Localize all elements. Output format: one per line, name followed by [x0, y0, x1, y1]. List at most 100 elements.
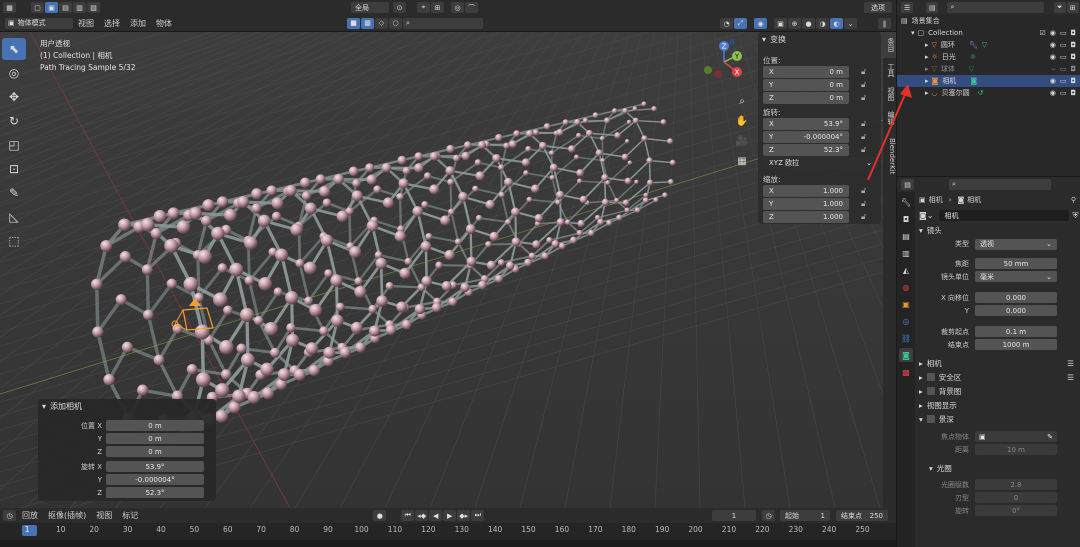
- background-images-checkbox[interactable]: [926, 387, 935, 395]
- shading-options-icon[interactable]: ⌄: [844, 18, 857, 29]
- object-type-visibility-icon[interactable]: ■: [347, 17, 360, 29]
- lens-section-header[interactable]: ▾ 镜头: [915, 223, 1080, 237]
- select-box-mode-icon[interactable]: ▩: [361, 17, 374, 29]
- start-frame-field[interactable]: 起始 1: [780, 510, 830, 521]
- select-extend-icon[interactable]: ▤: [59, 2, 72, 13]
- options-dropdown[interactable]: 选项: [864, 2, 892, 13]
- focal-length-field[interactable]: 50 mm: [975, 258, 1057, 269]
- snap-icon[interactable]: ⌖: [417, 2, 430, 13]
- clip-end-field[interactable]: 1000 m: [975, 339, 1057, 350]
- view-layer-tab-icon[interactable]: ▥: [899, 246, 913, 260]
- menu-keying[interactable]: 抠像(插帧): [43, 510, 91, 521]
- location-x-field[interactable]: X0 m: [763, 66, 849, 78]
- eye-icon[interactable]: ◉: [1050, 53, 1056, 61]
- lens-unit-dropdown[interactable]: 毫米 ⌄: [975, 271, 1057, 282]
- timeline-scrollbar[interactable]: [0, 540, 896, 547]
- location-z-field[interactable]: Z0 m: [763, 92, 849, 104]
- world-tab-icon[interactable]: ◍: [899, 280, 913, 294]
- fake-user-shield-icon[interactable]: ⛨: [1072, 211, 1078, 221]
- eye-closed-icon[interactable]: ⌣: [1051, 65, 1056, 74]
- shading-rendered-icon[interactable]: ◐: [830, 18, 843, 29]
- eyedropper-icon[interactable]: ✎: [1047, 433, 1053, 441]
- monitor-icon[interactable]: ▭: [1060, 77, 1067, 85]
- eye-icon[interactable]: ◉: [1050, 89, 1056, 97]
- object-tab-icon[interactable]: ▣: [899, 297, 913, 311]
- cursor-tool-icon[interactable]: ◎: [2, 62, 26, 84]
- new-collection-icon[interactable]: ⊞: [1066, 2, 1079, 13]
- shift-y-field[interactable]: 0.000: [975, 305, 1057, 316]
- aperture-rotation-field[interactable]: 0°: [975, 505, 1057, 516]
- eye-icon[interactable]: ◉: [1050, 77, 1056, 85]
- object-visibility-icon[interactable]: ◔: [720, 18, 733, 29]
- transform-section-header[interactable]: ▾ 变换: [758, 32, 881, 46]
- location-y-field[interactable]: Y0 m: [763, 79, 849, 91]
- render-camera-icon[interactable]: ◘: [1070, 29, 1076, 37]
- aperture-section-header[interactable]: ▾ 光圈: [915, 461, 1080, 475]
- render-tab-icon[interactable]: ◘: [899, 212, 913, 226]
- scale-tool-icon[interactable]: ◰: [2, 134, 26, 156]
- scene-tab-icon[interactable]: ◭: [899, 263, 913, 277]
- interaction-mode-dropdown[interactable]: ▣ 物体模式: [5, 17, 73, 29]
- constraints-tab-icon[interactable]: ⛓︎: [899, 331, 913, 345]
- outliner-item-sun[interactable]: ▸ ☼ 日光 ☼ ◉ ▭ ◘: [897, 51, 1080, 63]
- render-camera-icon[interactable]: ◘: [1070, 65, 1076, 73]
- properties-search-input[interactable]: ⌕: [949, 179, 1051, 190]
- zoom-icon[interactable]: ⌕: [735, 92, 749, 110]
- play-icon[interactable]: ▶: [443, 510, 457, 521]
- selection-mode-box-icon[interactable]: ▢: [31, 2, 44, 13]
- snap-target-icon[interactable]: ⊞: [431, 2, 444, 13]
- op-location-x-field[interactable]: 0 m: [106, 420, 204, 431]
- menu-timeline-view[interactable]: 视图: [91, 510, 117, 521]
- jump-start-icon[interactable]: ⏮: [401, 510, 415, 521]
- monitor-icon[interactable]: ▭: [1060, 89, 1067, 97]
- preview-range-icon[interactable]: ◷: [762, 510, 775, 521]
- move-tool-icon[interactable]: ✥: [2, 86, 26, 108]
- select-box-tool-icon[interactable]: ⬉: [2, 38, 26, 60]
- outliner-item-sphere[interactable]: ▸ ▽ 球体 ▽ ⌣ ▭ ◘: [897, 63, 1080, 75]
- add-cube-tool-icon[interactable]: ⬚: [2, 230, 26, 252]
- render-camera-icon[interactable]: ◘: [1070, 41, 1076, 49]
- lock-icon[interactable]: 🔓︎: [861, 67, 866, 77]
- xray-toggle-icon[interactable]: ▣: [774, 18, 787, 29]
- outliner-editor-icon[interactable]: ☰: [901, 2, 914, 13]
- eye-icon[interactable]: ◉: [1050, 29, 1056, 37]
- focus-object-field[interactable]: ▣ ✎: [975, 431, 1057, 442]
- select-subtract-icon[interactable]: ▥: [73, 2, 86, 13]
- record-icon[interactable]: ●: [373, 510, 387, 521]
- shading-wireframe-icon[interactable]: ⊕: [788, 18, 801, 29]
- render-camera-icon[interactable]: ◘: [1070, 77, 1076, 85]
- camera-data-tab-icon[interactable]: ◙: [899, 348, 913, 362]
- camera-view-icon[interactable]: 🎥: [735, 132, 749, 150]
- shading-solid-icon[interactable]: ●: [802, 18, 815, 29]
- play-reverse-icon[interactable]: ◀: [429, 510, 443, 521]
- camera-datablock-icon[interactable]: ◙⌄: [919, 211, 933, 220]
- jump-end-icon[interactable]: ⏭: [471, 510, 485, 521]
- proportional-edit-icon[interactable]: ◎: [451, 2, 464, 13]
- select-lasso-icon[interactable]: ◇: [375, 17, 388, 29]
- overlay-toggle-icon[interactable]: ◉: [754, 18, 767, 29]
- transform-space-dropdown[interactable]: 全局: [351, 2, 389, 13]
- operator-panel-header[interactable]: ▾ 添加相机: [38, 399, 216, 413]
- op-location-z-field[interactable]: 0 m: [106, 446, 204, 457]
- blades-field[interactable]: 0: [975, 492, 1057, 503]
- display-mode-icon[interactable]: ▤: [926, 2, 939, 13]
- viewport-display-section-header[interactable]: ▸ 视图显示: [915, 398, 1080, 412]
- transform-tool-icon[interactable]: ⊡: [2, 158, 26, 180]
- filter-icon[interactable]: ⏷: [1053, 2, 1066, 13]
- viewport-search-input[interactable]: ⌕: [403, 17, 483, 29]
- measure-tool-icon[interactable]: ◺: [2, 206, 26, 228]
- menu-select[interactable]: 选择: [99, 18, 125, 29]
- monitor-icon[interactable]: ▭: [1060, 65, 1067, 73]
- pan-hand-icon[interactable]: ✋: [735, 112, 749, 130]
- checkbox-icon[interactable]: ☑: [1039, 29, 1045, 37]
- physics-tab-icon[interactable]: ◎: [899, 314, 913, 328]
- menu-playback[interactable]: 回放: [17, 510, 43, 521]
- lock-icon[interactable]: 🔓︎: [861, 212, 866, 222]
- shading-material-icon[interactable]: ◑: [816, 18, 829, 29]
- tab-item[interactable]: 条目: [883, 32, 896, 58]
- gizmo-toggle-icon[interactable]: ⤢: [734, 18, 747, 29]
- safe-areas-checkbox[interactable]: [926, 373, 935, 381]
- monitor-icon[interactable]: ▭: [1060, 53, 1067, 61]
- next-key-icon[interactable]: ◆▸: [457, 510, 471, 521]
- annotate-tool-icon[interactable]: ✎: [2, 182, 26, 204]
